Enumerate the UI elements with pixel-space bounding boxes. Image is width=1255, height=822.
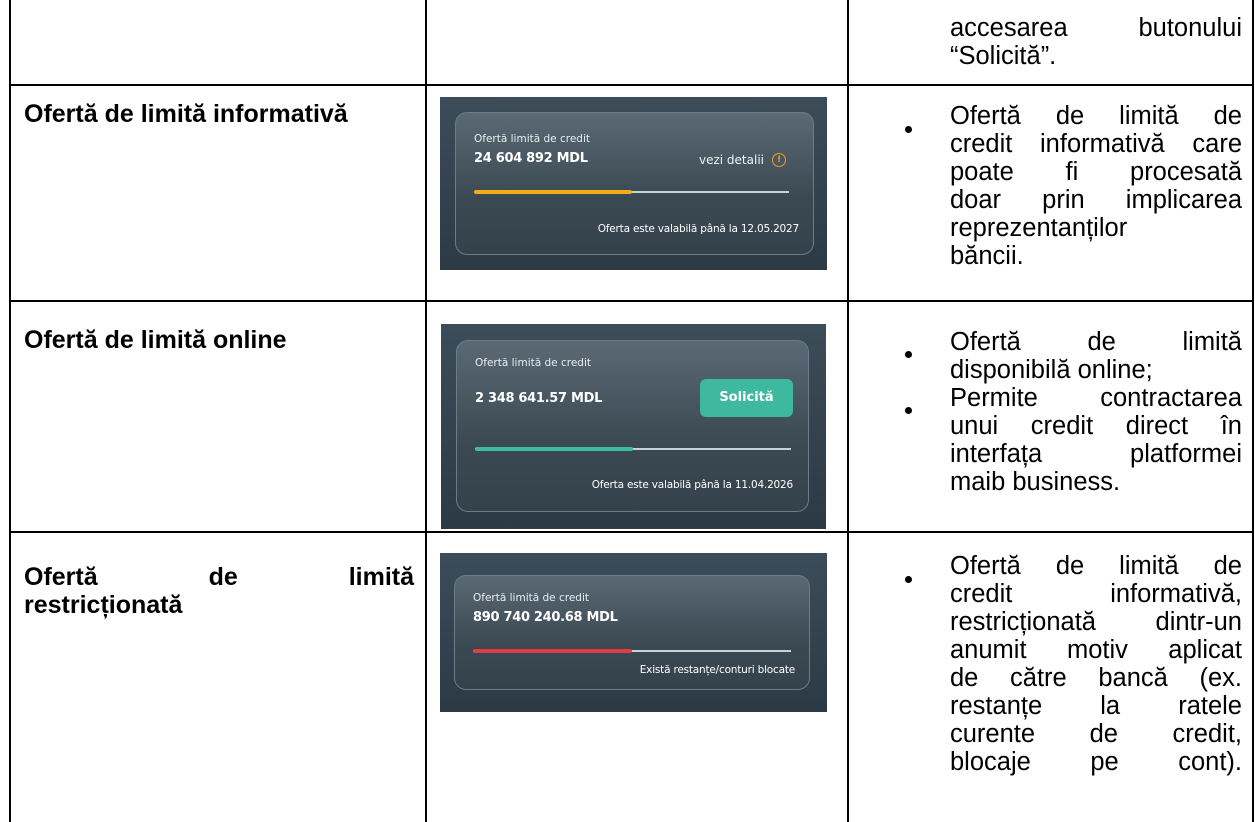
desc-line: Ofertă de limită de — [950, 552, 1242, 580]
bullet-icon — [905, 407, 912, 414]
desc-line: Ofertă de limită — [950, 328, 1242, 356]
credit-offer-card: Ofertă limită de credit 890 740 240.68 M… — [454, 575, 810, 690]
desc-line: interfața platformei — [950, 440, 1242, 468]
table-row-divider-2 — [9, 300, 1254, 302]
desc-line: restricționată dintr-un — [950, 608, 1242, 636]
top-row-description: accesarea butonului “Solicită”. — [950, 14, 1242, 70]
card-amount: 24 604 892 MDL — [474, 151, 588, 166]
card-title: Ofertă limită de credit — [474, 133, 590, 145]
progress-fill — [475, 447, 633, 451]
bullet-icon — [905, 576, 912, 583]
row-description-restricted: Ofertă de limită de credit informativă, … — [950, 552, 1242, 776]
desc-line: băncii. — [950, 242, 1024, 270]
row-label-restricted: Ofertă de limită — [24, 563, 414, 591]
progress-fill — [474, 190, 632, 194]
desc-line: disponibilă online; — [950, 356, 1153, 384]
desc-line: de către bancă (ex. — [950, 664, 1242, 692]
info-icon[interactable]: ! — [772, 153, 786, 167]
table-row-divider-1 — [9, 84, 1254, 86]
card-status: Există restanțe/conturi blocate — [639, 664, 795, 676]
card-image-restricted: Ofertă limită de credit 890 740 240.68 M… — [440, 553, 827, 712]
credit-offer-card: Ofertă limită de credit 24 604 892 MDL v… — [455, 112, 814, 255]
credit-offer-card: Ofertă limită de credit 2 348 641.57 MDL… — [456, 340, 809, 512]
desc-line: unui credit direct în — [950, 412, 1242, 440]
progress-track — [475, 447, 791, 451]
table-border-col1 — [425, 0, 427, 822]
desc-line: poate fi procesată — [950, 158, 1242, 186]
bullet-icon — [905, 126, 912, 133]
progress-track — [473, 649, 791, 653]
desc-line: accesarea butonului — [950, 14, 1242, 42]
row-description-online-2: Permite contractarea unui credit direct … — [950, 384, 1242, 496]
details-link[interactable]: vezi detalii — [699, 153, 764, 167]
desc-line: Permite contractarea — [950, 384, 1242, 412]
desc-line: anumit motiv aplicat — [950, 636, 1242, 664]
row-label-restricted-2: restricționată — [24, 591, 183, 619]
desc-line: credit informativă care — [950, 130, 1242, 158]
card-image-online: Ofertă limită de credit 2 348 641.57 MDL… — [441, 324, 826, 529]
solicita-button[interactable]: Solicită — [700, 379, 793, 417]
card-title: Ofertă limită de credit — [475, 357, 591, 369]
card-validity: Oferta este valabilă până la 11.04.2026 — [591, 479, 793, 491]
desc-line: credit informativă, — [950, 580, 1242, 608]
row-label-online: Ofertă de limită online — [24, 326, 287, 354]
table-border-right — [1252, 0, 1254, 822]
row-label-informative: Ofertă de limită informativă — [24, 100, 348, 128]
desc-line: doar prin implicarea — [950, 186, 1242, 214]
desc-line: curente de credit, — [950, 720, 1242, 748]
progress-fill — [473, 649, 632, 653]
card-image-informative: Ofertă limită de credit 24 604 892 MDL v… — [440, 97, 827, 270]
desc-line: maib business. — [950, 468, 1121, 496]
progress-track — [474, 190, 789, 194]
card-amount: 890 740 240.68 MDL — [473, 610, 618, 625]
desc-line: blocaje pe cont). — [950, 748, 1242, 776]
table-border-left — [9, 0, 11, 822]
desc-line: Ofertă de limită de — [950, 102, 1242, 130]
desc-line: “Solicită”. — [950, 42, 1057, 70]
card-title: Ofertă limită de credit — [473, 592, 589, 604]
table-border-col2 — [847, 0, 849, 822]
bullet-icon — [905, 351, 912, 358]
table-row-divider-3 — [9, 531, 1254, 533]
card-validity: Oferta este valabilă până la 12.05.2027 — [597, 223, 799, 235]
row-description-online-1: Ofertă de limită disponibilă online; — [950, 328, 1242, 384]
desc-line: reprezentanților — [950, 214, 1128, 242]
desc-line: restanțe la ratele — [950, 692, 1242, 720]
card-amount: 2 348 641.57 MDL — [475, 391, 603, 406]
row-description-informative: Ofertă de limită de credit informativă c… — [950, 102, 1242, 270]
